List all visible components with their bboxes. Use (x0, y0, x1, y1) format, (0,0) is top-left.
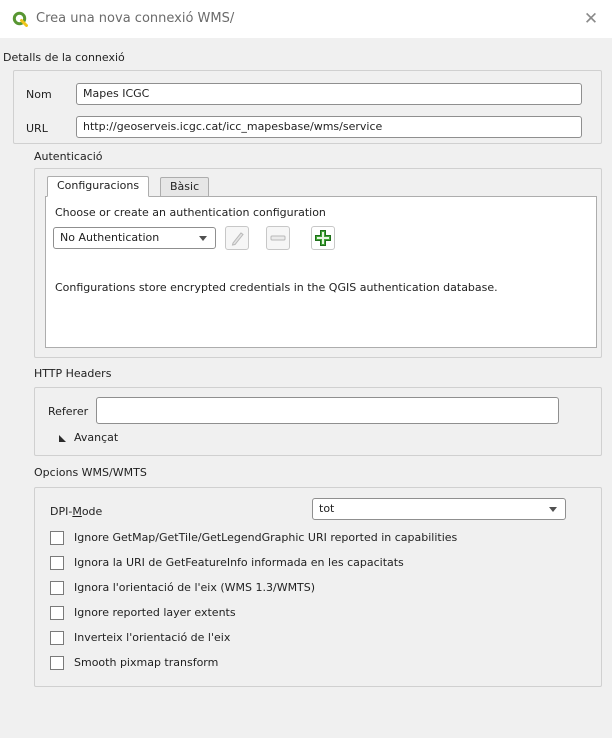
referer-field[interactable] (96, 397, 559, 424)
checkbox-label: Inverteix l'orientació de l'eix (74, 631, 231, 644)
referer-label: Referer (48, 405, 89, 418)
dialog-body: Detalls de la connexió Nom Mapes ICGC UR… (0, 38, 612, 738)
window-title: Crea una nova connexió WMS/ (36, 11, 235, 26)
edit-auth-button[interactable] (225, 226, 249, 250)
http-headers-title: HTTP Headers (34, 367, 112, 380)
remove-auth-button[interactable] (266, 226, 290, 250)
triangle-right-icon (59, 435, 66, 442)
authentication-title: Autenticació (34, 150, 103, 163)
tab-basic[interactable]: Bàsic (160, 177, 210, 197)
tab-basic-label: Bàsic (170, 180, 200, 193)
minus-icon (270, 235, 286, 241)
checkbox-label: Ignore GetMap/GetTile/GetLegendGraphic U… (74, 531, 458, 544)
close-button[interactable]: ✕ (580, 8, 602, 30)
dpi-mode-select[interactable]: tot (312, 498, 566, 520)
checkbox-label: Ignora la URI de GetFeatureInfo informad… (74, 556, 404, 569)
wms-options-title: Opcions WMS/WMTS (34, 466, 147, 479)
checkbox-ignore-getfeatureinfo-uri[interactable] (50, 556, 64, 570)
checkbox-label: Ignore reported layer extents (74, 606, 236, 619)
checkbox-ignore-getmap-uri[interactable] (50, 531, 64, 545)
add-auth-button[interactable] (311, 226, 335, 250)
checkbox-ignore-layer-extents[interactable] (50, 606, 64, 620)
chevron-down-icon (199, 236, 207, 241)
checkbox-ignore-axis-orientation[interactable] (50, 581, 64, 595)
connection-details-title: Detalls de la connexió (3, 51, 125, 64)
title-bar: Crea una nova connexió WMS/ ✕ (0, 0, 612, 38)
url-field[interactable]: http://geoserveis.icgc.cat/icc_mapesbase… (76, 116, 582, 138)
advanced-label: Avançat (74, 431, 119, 444)
chevron-down-icon (549, 507, 557, 512)
auth-choose-text: Choose or create an authentication confi… (55, 206, 326, 219)
auth-config-value: No Authentication (60, 231, 160, 244)
checkbox-smooth-pixmap[interactable] (50, 656, 64, 670)
name-label: Nom (26, 88, 52, 101)
close-icon: ✕ (583, 9, 599, 29)
auth-info-text: Configurations store encrypted credentia… (55, 281, 498, 294)
dpi-mode-value: tot (319, 502, 335, 515)
name-field[interactable]: Mapes ICGC (76, 83, 582, 105)
tab-configuracions-label: Configuracions (57, 179, 140, 192)
auth-config-select[interactable]: No Authentication (53, 227, 216, 249)
dpi-mode-label: DPI-Mode (50, 505, 103, 518)
pencil-icon (231, 232, 244, 246)
green-plus-icon (315, 230, 331, 246)
checkbox-label: Ignora l'orientació de l'eix (WMS 1.3/WM… (74, 581, 316, 594)
url-label: URL (26, 122, 48, 135)
checkbox-invert-axis-orientation[interactable] (50, 631, 64, 645)
checkbox-label: Smooth pixmap transform (74, 656, 219, 669)
tab-configuracions[interactable]: Configuracions (47, 176, 150, 197)
qgis-logo-icon (12, 11, 28, 27)
